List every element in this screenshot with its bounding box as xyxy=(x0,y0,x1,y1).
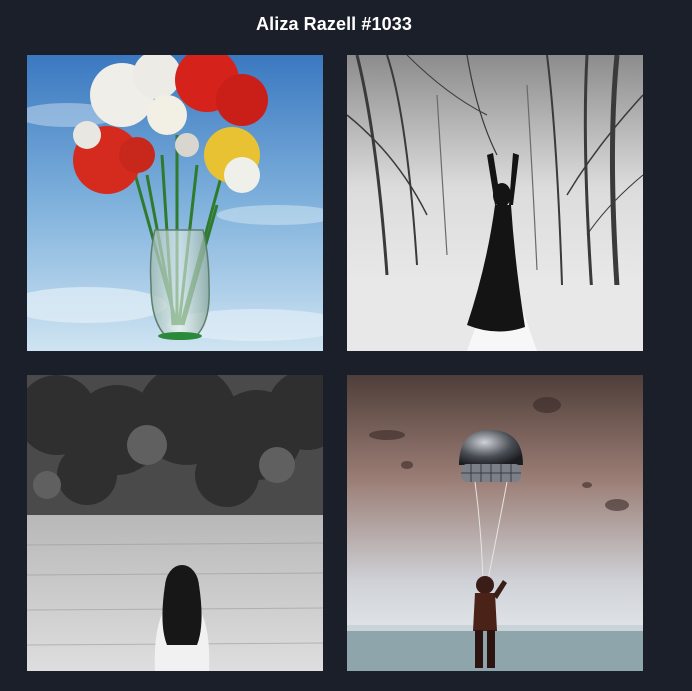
image-tile-balloon-pod[interactable] xyxy=(347,375,643,671)
image-tile-flower-vase[interactable] xyxy=(27,55,323,351)
image-grid xyxy=(27,55,643,671)
balloon-pod-image xyxy=(347,375,643,671)
wheat-field-image xyxy=(27,375,323,671)
image-tile-wheat-field[interactable] xyxy=(27,375,323,671)
flower-vase-image xyxy=(27,55,323,351)
winter-forest-image xyxy=(347,55,643,351)
page-title: Aliza Razell #1033 xyxy=(256,14,412,34)
image-tile-winter-forest[interactable] xyxy=(347,55,643,351)
